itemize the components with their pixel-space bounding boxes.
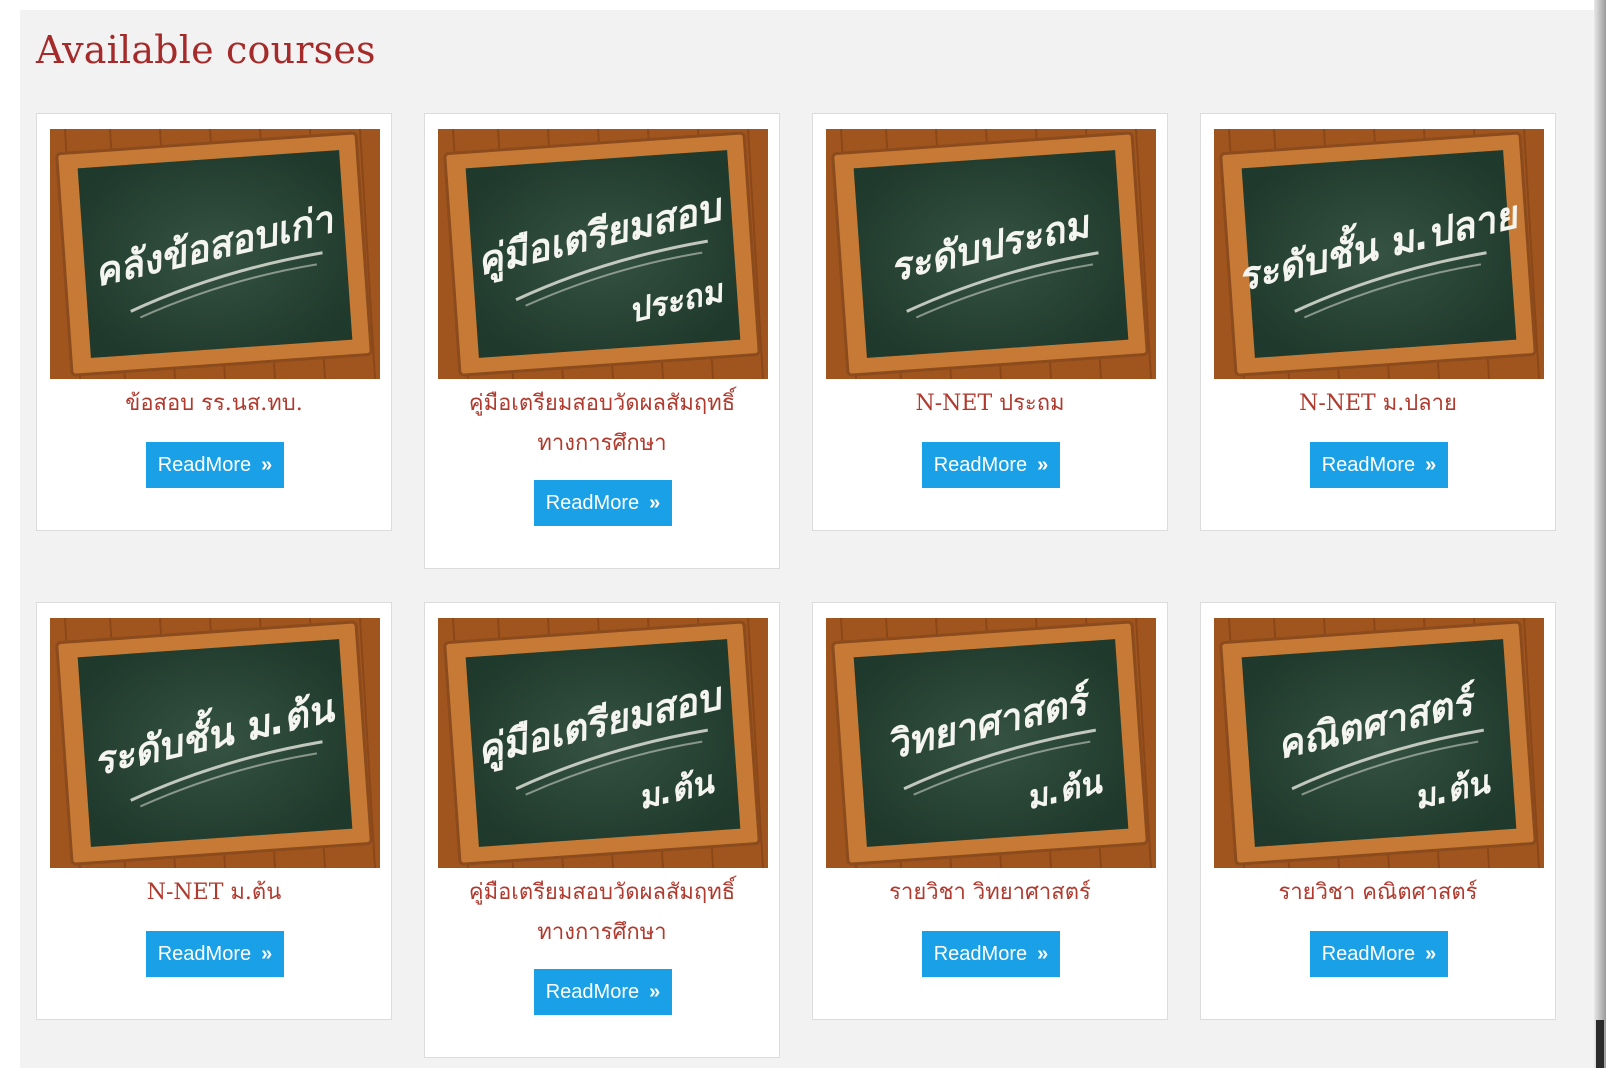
course-card: ระดับชั้น ม.ปลาย N-NET ม.ปลาย ReadMore » xyxy=(1200,113,1556,531)
read-more-label: ReadMore xyxy=(1321,942,1416,965)
read-more-label: ReadMore xyxy=(545,980,640,1003)
course-thumbnail[interactable]: ระดับชั้น ม.ปลาย xyxy=(1214,129,1544,379)
course-name-link[interactable]: คู่มือเตรียมสอบวัดผลสัมฤทธิ์ทางการศึกษา xyxy=(435,873,769,951)
course-name-link[interactable]: คู่มือเตรียมสอบวัดผลสัมฤทธิ์ทางการศึกษา xyxy=(435,384,769,462)
scrollbar-thumb[interactable] xyxy=(1596,1020,1604,1068)
course-thumbnail[interactable]: ระดับประถม xyxy=(826,129,1156,379)
course-name-link[interactable]: ข้อสอบ รร.นส.ทบ. xyxy=(47,384,381,424)
course-card: วิทยาศาสตร์ ม.ต้นรายวิชา วิทยาศาสตร์ ReadM… xyxy=(812,602,1168,1020)
course-thumbnail[interactable]: ระดับชั้น ม.ต้น xyxy=(50,618,380,868)
read-more-label: ReadMore xyxy=(1321,453,1416,476)
read-more-label: ReadMore xyxy=(933,453,1028,476)
course-thumbnail[interactable]: คณิตศาสตร์ ม.ต้น xyxy=(1214,618,1544,868)
double-chevron-right-icon: » xyxy=(261,942,273,965)
double-chevron-right-icon: » xyxy=(649,980,661,1003)
course-card: คลังข้อสอบเก่าข้อสอบ รร.นส.ทบ. ReadMore » xyxy=(36,113,392,531)
read-more-button[interactable]: ReadMore » xyxy=(922,442,1060,488)
chalkboard-image: คู่มือเตรียมสอบประถม xyxy=(438,129,768,379)
double-chevron-right-icon: » xyxy=(1037,453,1049,476)
course-card: คู่มือเตรียมสอบ ม.ต้น คู่มือเตรียมสอบวัดผล… xyxy=(424,602,780,1058)
chalkboard-image: ระดับชั้น ม.ต้น xyxy=(50,618,380,868)
double-chevron-right-icon: » xyxy=(1425,942,1437,965)
course-thumbnail[interactable]: วิทยาศาสตร์ ม.ต้น xyxy=(826,618,1156,868)
read-more-label: ReadMore xyxy=(157,453,252,476)
course-thumbnail[interactable]: คลังข้อสอบเก่า xyxy=(50,129,380,379)
left-margin xyxy=(0,0,20,1068)
course-card: ระดับชั้น ม.ต้น N-NET ม.ต้น ReadMore » xyxy=(36,602,392,1020)
page-title: Available courses xyxy=(36,28,376,72)
chalkboard-image: คลังข้อสอบเก่า xyxy=(50,129,380,379)
chalkboard-image: วิทยาศาสตร์ม.ต้น xyxy=(826,618,1156,868)
read-more-button[interactable]: ReadMore » xyxy=(534,480,672,526)
course-name-link[interactable]: N-NET ม.ปลาย xyxy=(1211,384,1545,424)
read-more-label: ReadMore xyxy=(545,491,640,514)
course-listing-page: Available courses คลังข้อสอบเก่าข้อสอบ ร… xyxy=(0,0,1606,1068)
chalkboard-image: คณิตศาสตร์ม.ต้น xyxy=(1214,618,1544,868)
course-card: คณิตศาสตร์ ม.ต้นรายวิชา คณิตศาสตร์ ReadMor… xyxy=(1200,602,1556,1020)
course-name-link[interactable]: รายวิชา วิทยาศาสตร์ xyxy=(823,873,1157,913)
top-margin xyxy=(20,0,1606,10)
course-name-link[interactable]: รายวิชา คณิตศาสตร์ xyxy=(1211,873,1545,913)
course-card: ระดับประถม N-NET ประถม ReadMore » xyxy=(812,113,1168,531)
course-thumbnail[interactable]: คู่มือเตรียมสอบ ม.ต้น xyxy=(438,618,768,868)
course-card: คู่มือเตรียมสอบ ประถม คู่มือเตรียมสอบวัดผล… xyxy=(424,113,780,569)
right-edge-shadow xyxy=(1594,0,1606,1068)
read-more-label: ReadMore xyxy=(933,942,1028,965)
chalkboard-image: คู่มือเตรียมสอบม.ต้น xyxy=(438,618,768,868)
course-name-link[interactable]: N-NET ประถม xyxy=(823,384,1157,424)
read-more-button[interactable]: ReadMore » xyxy=(146,931,284,977)
read-more-label: ReadMore xyxy=(157,942,252,965)
double-chevron-right-icon: » xyxy=(1037,942,1049,965)
read-more-button[interactable]: ReadMore » xyxy=(534,969,672,1015)
read-more-button[interactable]: ReadMore » xyxy=(146,442,284,488)
read-more-button[interactable]: ReadMore » xyxy=(1310,931,1448,977)
double-chevron-right-icon: » xyxy=(649,491,661,514)
chalkboard-image: ระดับประถม xyxy=(826,129,1156,379)
course-name-link[interactable]: N-NET ม.ต้น xyxy=(47,873,381,913)
read-more-button[interactable]: ReadMore » xyxy=(922,931,1060,977)
chalkboard-image: ระดับชั้น ม.ปลาย xyxy=(1214,129,1544,379)
double-chevron-right-icon: » xyxy=(1425,453,1437,476)
read-more-button[interactable]: ReadMore » xyxy=(1310,442,1448,488)
double-chevron-right-icon: » xyxy=(261,453,273,476)
course-thumbnail[interactable]: คู่มือเตรียมสอบ ประถม xyxy=(438,129,768,379)
